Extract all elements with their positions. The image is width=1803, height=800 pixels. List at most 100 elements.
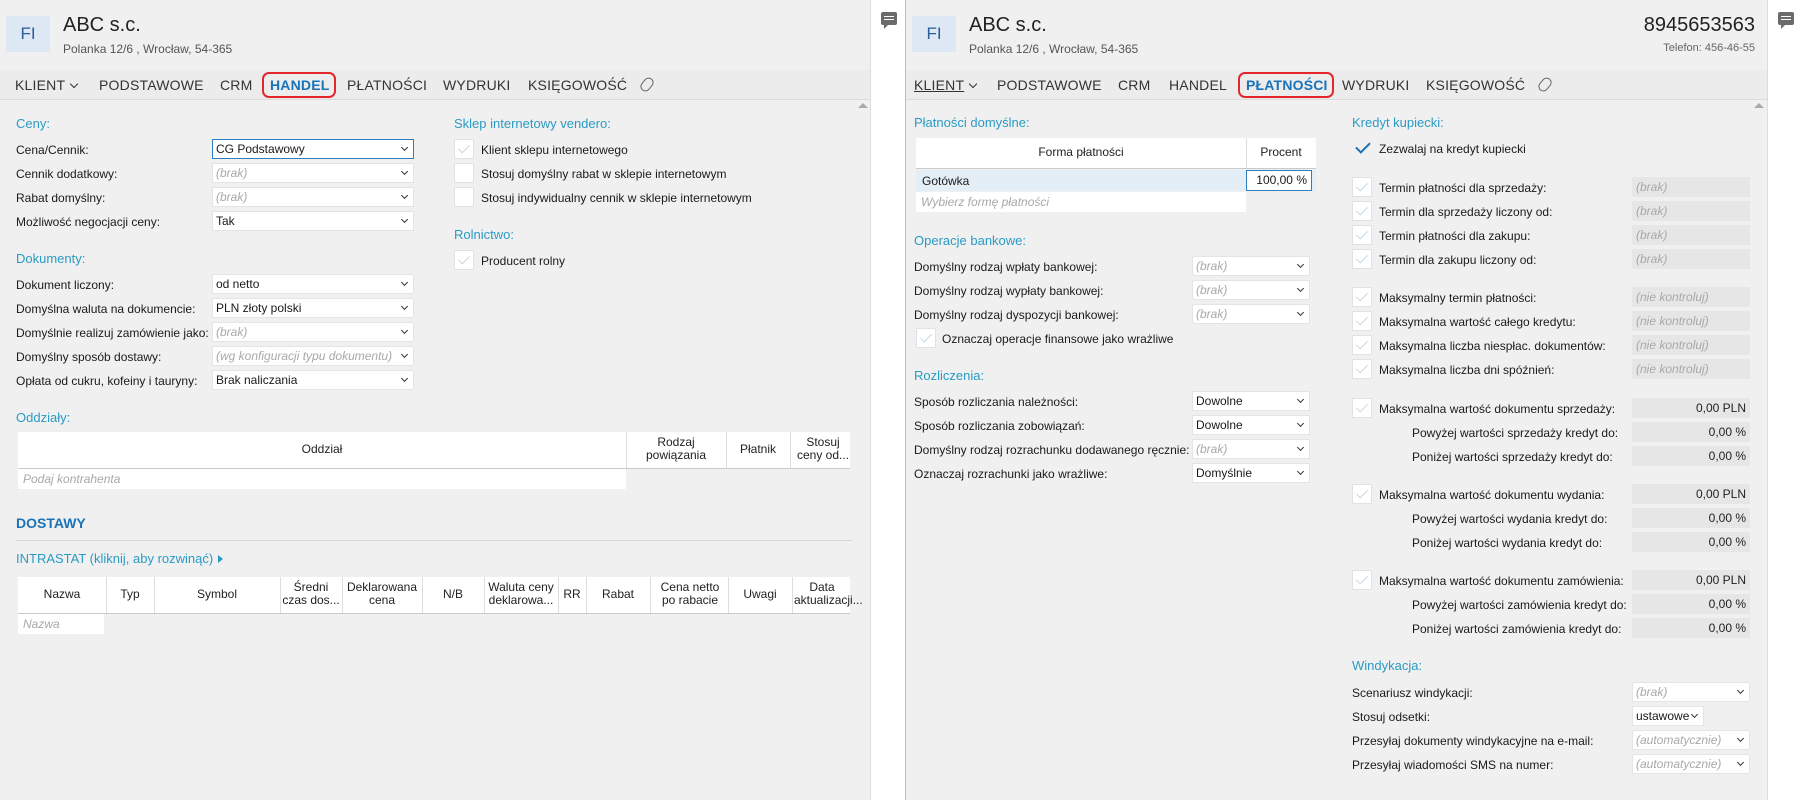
checkbox-termin-zakupu-liczony[interactable]: [1352, 249, 1372, 269]
field-max-wartosc-kredytu[interactable]: (nie kontroluj): [1632, 311, 1750, 331]
select-sms[interactable]: (automatycznie): [1632, 754, 1750, 774]
tab-wydruki[interactable]: WYDRUKI: [1342, 70, 1410, 100]
col-rr[interactable]: RR: [558, 588, 586, 601]
tab-ksiegowosc[interactable]: KSIĘGOWOŚĆ: [1426, 70, 1525, 100]
field-termin-sprzedazy[interactable]: (brak): [1632, 177, 1750, 197]
scroll-up-icon[interactable]: [1754, 103, 1764, 108]
col-nazwa[interactable]: Nazwa: [18, 588, 106, 601]
select-rozrachunki-wrazliwe[interactable]: Domyślnie: [1192, 463, 1310, 483]
table-row[interactable]: Gotówka 100,00 %: [916, 170, 1316, 191]
field-ponizej-zamowienia[interactable]: 0,00 %: [1632, 618, 1750, 638]
col-cena-netto[interactable]: Cena netto po rabacie: [654, 581, 726, 607]
tab-podstawowe[interactable]: PODSTAWOWE: [997, 70, 1102, 100]
checkbox-rabat-sklep[interactable]: [454, 163, 474, 183]
checkbox-producent-rolny[interactable]: [454, 250, 474, 270]
col-procent[interactable]: Procent: [1246, 146, 1316, 159]
select-naleznosci[interactable]: Dowolne: [1192, 391, 1310, 411]
tab-ksiegowosc[interactable]: KSIĘGOWOŚĆ: [528, 70, 627, 100]
col-symbol[interactable]: Symbol: [154, 588, 280, 601]
checkbox-max-liczba-dok[interactable]: [1352, 335, 1372, 355]
checkbox-max-dok-wydania[interactable]: [1352, 484, 1372, 504]
select-oplata[interactable]: Brak naliczania: [212, 370, 414, 390]
select-waluta[interactable]: PLN złoty polski: [212, 298, 414, 318]
col-rabat[interactable]: Rabat: [586, 588, 650, 601]
select-dostawa[interactable]: (wg konfiguracji typu dokumentu): [212, 346, 414, 366]
tab-platnosci[interactable]: PŁATNOŚCI: [347, 70, 427, 100]
col-waluta[interactable]: Waluta ceny deklarowa...: [486, 581, 556, 607]
select-rozrachunek[interactable]: (brak): [1192, 439, 1310, 459]
field-powyzej-sprzedazy[interactable]: 0,00 %: [1632, 422, 1750, 442]
field-termin-sprzedazy-liczony[interactable]: (brak): [1632, 201, 1750, 221]
tab-wydruki[interactable]: WYDRUKI: [443, 70, 511, 100]
comment-icon[interactable]: [1778, 12, 1794, 29]
select-dyspozycja[interactable]: (brak): [1192, 304, 1310, 324]
select-negocjacja[interactable]: Tak: [212, 211, 414, 231]
col-oddzial[interactable]: Oddział: [18, 443, 626, 456]
checkbox-max-wartosc-kredytu[interactable]: [1352, 311, 1372, 331]
checkbox-max-dok-sprzedazy[interactable]: [1352, 398, 1372, 418]
tab-crm[interactable]: CRM: [220, 70, 252, 100]
col-data[interactable]: Data aktualizacji...: [794, 581, 863, 607]
col-deklarowana[interactable]: Deklarowana cena: [342, 581, 422, 607]
field-max-dni[interactable]: (nie kontroluj): [1632, 359, 1750, 379]
checkbox-cennik-sklep[interactable]: [454, 187, 474, 207]
select-wyplata[interactable]: (brak): [1192, 280, 1310, 300]
field-termin-zakupu-liczony[interactable]: (brak): [1632, 249, 1750, 269]
select-realizuj[interactable]: (brak): [212, 322, 414, 342]
tab-platnosci[interactable]: PŁATNOŚCI: [1238, 70, 1334, 100]
checkbox-termin-sprzedazy-liczony[interactable]: [1352, 201, 1372, 221]
checkbox-klient-sklepu[interactable]: [454, 139, 474, 159]
field-max-liczba-dok[interactable]: (nie kontroluj): [1632, 335, 1750, 355]
attachment-icon[interactable]: [1536, 75, 1554, 94]
tab-klient[interactable]: KLIENT: [914, 70, 978, 100]
field-max-dok-sprzedazy[interactable]: 0,00 PLN: [1632, 398, 1750, 418]
col-sredni[interactable]: Średni czas dos...: [282, 581, 340, 607]
row-procent-input[interactable]: 100,00 %: [1246, 170, 1312, 191]
col-stosuj[interactable]: Stosuj ceny od...: [796, 436, 850, 462]
field-termin-zakupu[interactable]: (brak): [1632, 225, 1750, 245]
comment-icon[interactable]: [881, 12, 897, 29]
input-nazwa[interactable]: Nazwa: [18, 614, 104, 634]
checkbox-max-dok-zamowienia[interactable]: [1352, 570, 1372, 590]
tab-klient[interactable]: KLIENT: [15, 70, 79, 100]
col-forma-platnosci[interactable]: Forma płatności: [916, 146, 1246, 159]
col-platnik[interactable]: Płatnik: [726, 443, 790, 456]
intrastat-expander[interactable]: INTRASTAT (kliknij, aby rozwinąć): [16, 551, 224, 566]
col-uwagi[interactable]: Uwagi: [728, 588, 792, 601]
tab-handel[interactable]: HANDEL: [1169, 70, 1227, 100]
input-wybierz-forme[interactable]: Wybierz formę płatności: [916, 192, 1246, 212]
tab-crm[interactable]: CRM: [1118, 70, 1150, 100]
select-rabat[interactable]: (brak): [212, 187, 414, 207]
checkbox-operacje-wrazliwe[interactable]: [916, 328, 936, 348]
checkbox-termin-sprzedazy[interactable]: [1352, 177, 1372, 197]
select-odsetki[interactable]: ustawowe: [1632, 706, 1704, 726]
field-max-dok-zamowienia[interactable]: 0,00 PLN: [1632, 570, 1750, 590]
tab-podstawowe[interactable]: PODSTAWOWE: [99, 70, 204, 100]
col-typ[interactable]: Typ: [106, 588, 154, 601]
checkbox-max-termin[interactable]: [1352, 287, 1372, 307]
tab-handel[interactable]: HANDEL: [262, 70, 336, 100]
select-dok-liczony[interactable]: od netto: [212, 274, 414, 294]
attachment-icon[interactable]: [638, 75, 656, 94]
field-ponizej-wydania[interactable]: 0,00 %: [1632, 532, 1750, 552]
select-cennik-dodatkowy[interactable]: (brak): [212, 163, 414, 183]
field-powyzej-zamowienia[interactable]: 0,00 %: [1632, 594, 1750, 614]
checkbox-max-dni[interactable]: [1352, 359, 1372, 379]
checkbox-zezwalaj-kredyt[interactable]: [1352, 138, 1372, 158]
checkbox-termin-zakupu[interactable]: [1352, 225, 1372, 245]
col-rodzaj[interactable]: Rodzaj powiązania: [636, 436, 716, 462]
field-max-dok-wydania[interactable]: 0,00 PLN: [1632, 484, 1750, 504]
select-scenariusz[interactable]: (brak): [1632, 682, 1750, 702]
select-zobowiazan[interactable]: Dowolne: [1192, 415, 1310, 435]
dropdown-arrow-icon: [1736, 758, 1745, 767]
field-max-termin[interactable]: (nie kontroluj): [1632, 287, 1750, 307]
col-nb[interactable]: N/B: [422, 588, 484, 601]
select-email[interactable]: (automatycznie): [1632, 730, 1750, 750]
field-ponizej-sprzedazy[interactable]: 0,00 %: [1632, 446, 1750, 466]
scroll-up-icon[interactable]: [858, 103, 868, 108]
select-cena-cennik[interactable]: CG Podstawowy: [212, 139, 414, 159]
select-value: (brak): [1636, 685, 1668, 699]
select-wplata[interactable]: (brak): [1192, 256, 1310, 276]
input-podaj-kontrahenta[interactable]: Podaj kontrahenta: [18, 469, 626, 489]
field-powyzej-wydania[interactable]: 0,00 %: [1632, 508, 1750, 528]
